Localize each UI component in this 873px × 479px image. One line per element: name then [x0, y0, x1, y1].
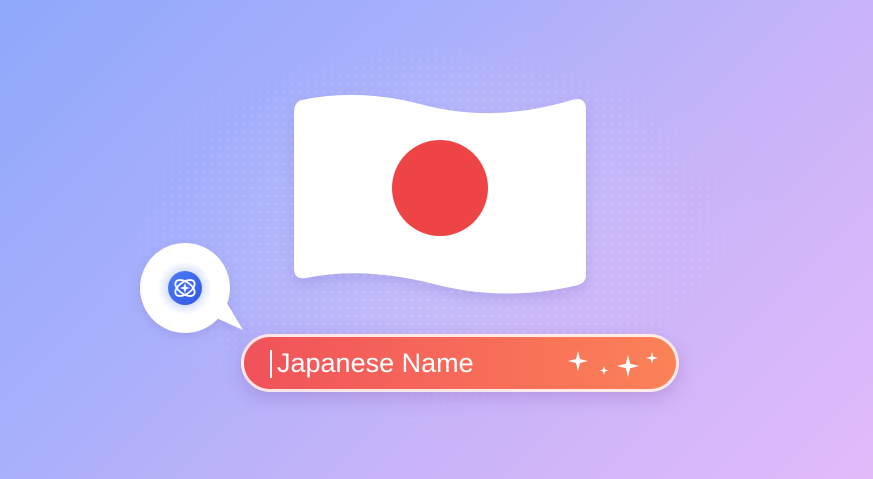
flag-red-disc [392, 140, 488, 236]
name-input-value: Japanese Name [277, 348, 474, 378]
text-caret [270, 350, 272, 378]
name-input-field[interactable]: Japanese Name [241, 334, 679, 392]
japan-flag-icon [294, 94, 586, 294]
ai-assistant-icon [168, 271, 202, 305]
assistant-chat-bubble [140, 243, 243, 333]
sparkles-icon [568, 351, 658, 377]
hero-banner: Japanese Name [0, 0, 873, 479]
